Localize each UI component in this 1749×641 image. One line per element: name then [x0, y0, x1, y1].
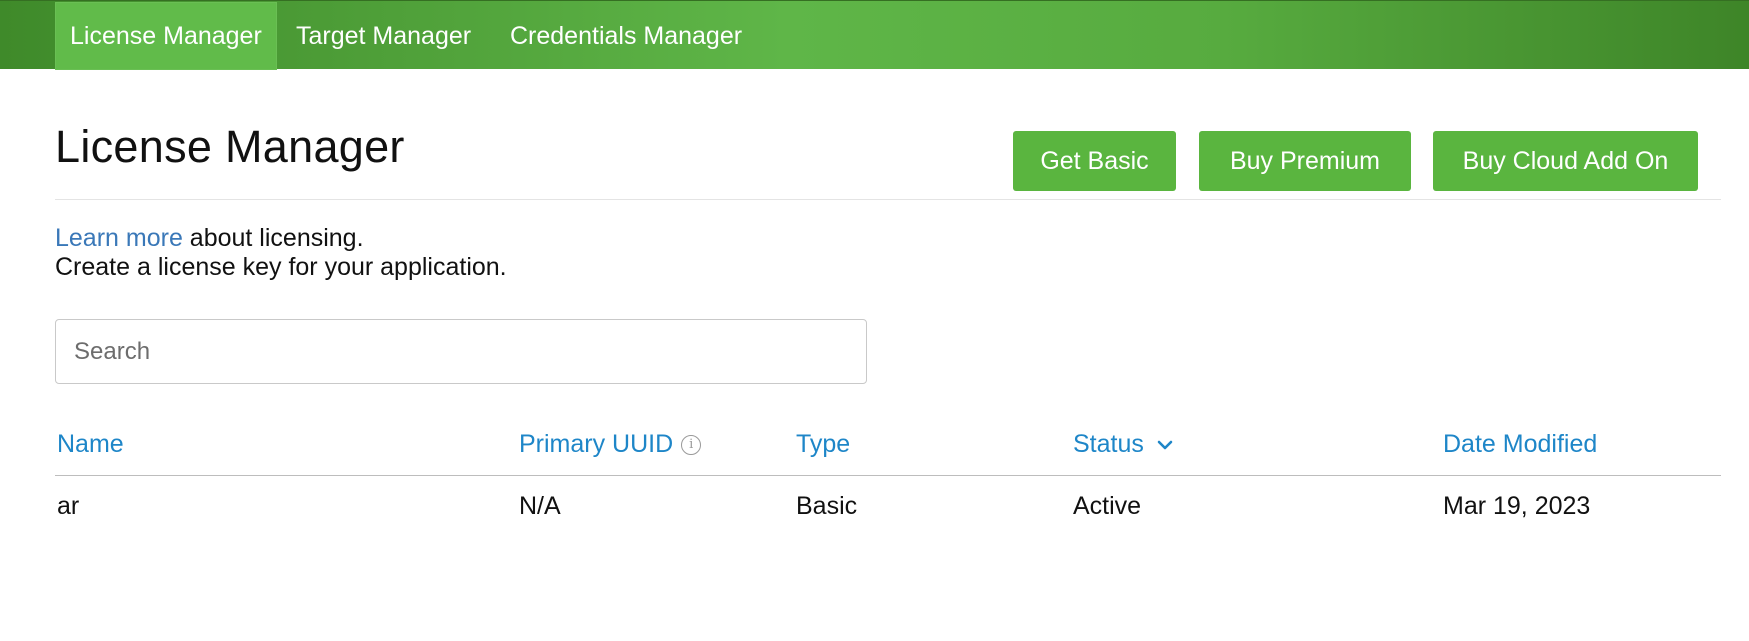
buy-cloud-add-on-button[interactable]: Buy Cloud Add On: [1433, 131, 1698, 191]
column-header-primary-uuid[interactable]: Primary UUID i: [519, 430, 702, 459]
tab-target-manager[interactable]: Target Manager: [281, 2, 486, 70]
table-row[interactable]: ar N/A Basic Active Mar 19, 2023: [55, 476, 1721, 540]
learn-more-link[interactable]: Learn more: [55, 224, 183, 252]
column-header-status-label: Status: [1073, 430, 1144, 458]
buy-premium-button[interactable]: Buy Premium: [1199, 131, 1411, 191]
license-table: Name Primary UUID i Type Status Date Mod…: [55, 430, 1721, 540]
column-header-type-label: Type: [796, 430, 851, 458]
cell-date-modified: Mar 19, 2023: [1443, 492, 1591, 520]
column-header-date-modified-label: Date Modified: [1443, 430, 1598, 458]
column-header-type[interactable]: Type: [796, 430, 850, 459]
header-divider: [55, 199, 1721, 200]
search-input[interactable]: [55, 319, 867, 384]
table-header-row: Name Primary UUID i Type Status Date Mod…: [55, 430, 1721, 476]
intro-line-2: Create a license key for your applicatio…: [55, 253, 507, 281]
intro-text: Learn more about licensing. Create a lic…: [55, 224, 507, 282]
info-icon[interactable]: i: [681, 434, 702, 455]
cell-status: Active: [1073, 492, 1142, 520]
table-body: ar N/A Basic Active Mar 19, 2023: [55, 476, 1721, 540]
learn-more-suffix: about licensing.: [182, 224, 364, 252]
cell-name: ar: [57, 492, 80, 520]
page-title: License Manager: [55, 121, 405, 172]
column-header-name-label: Name: [57, 430, 124, 458]
tab-credentials-manager[interactable]: Credentials Manager: [495, 2, 757, 70]
chevron-down-icon[interactable]: [1156, 436, 1174, 454]
intro-line-1: Learn more about licensing.: [55, 224, 507, 253]
tab-license-manager[interactable]: License Manager: [55, 2, 277, 70]
column-header-name[interactable]: Name: [57, 430, 124, 459]
column-header-status[interactable]: Status: [1073, 430, 1174, 459]
column-header-primary-uuid-label: Primary UUID: [519, 430, 674, 458]
get-basic-button[interactable]: Get Basic: [1013, 131, 1176, 191]
top-navigation-bar: License Manager Target Manager Credentia…: [0, 0, 1749, 70]
column-header-date-modified[interactable]: Date Modified: [1443, 430, 1597, 459]
cell-type: Basic: [796, 492, 858, 520]
cell-primary-uuid: N/A: [519, 492, 561, 520]
